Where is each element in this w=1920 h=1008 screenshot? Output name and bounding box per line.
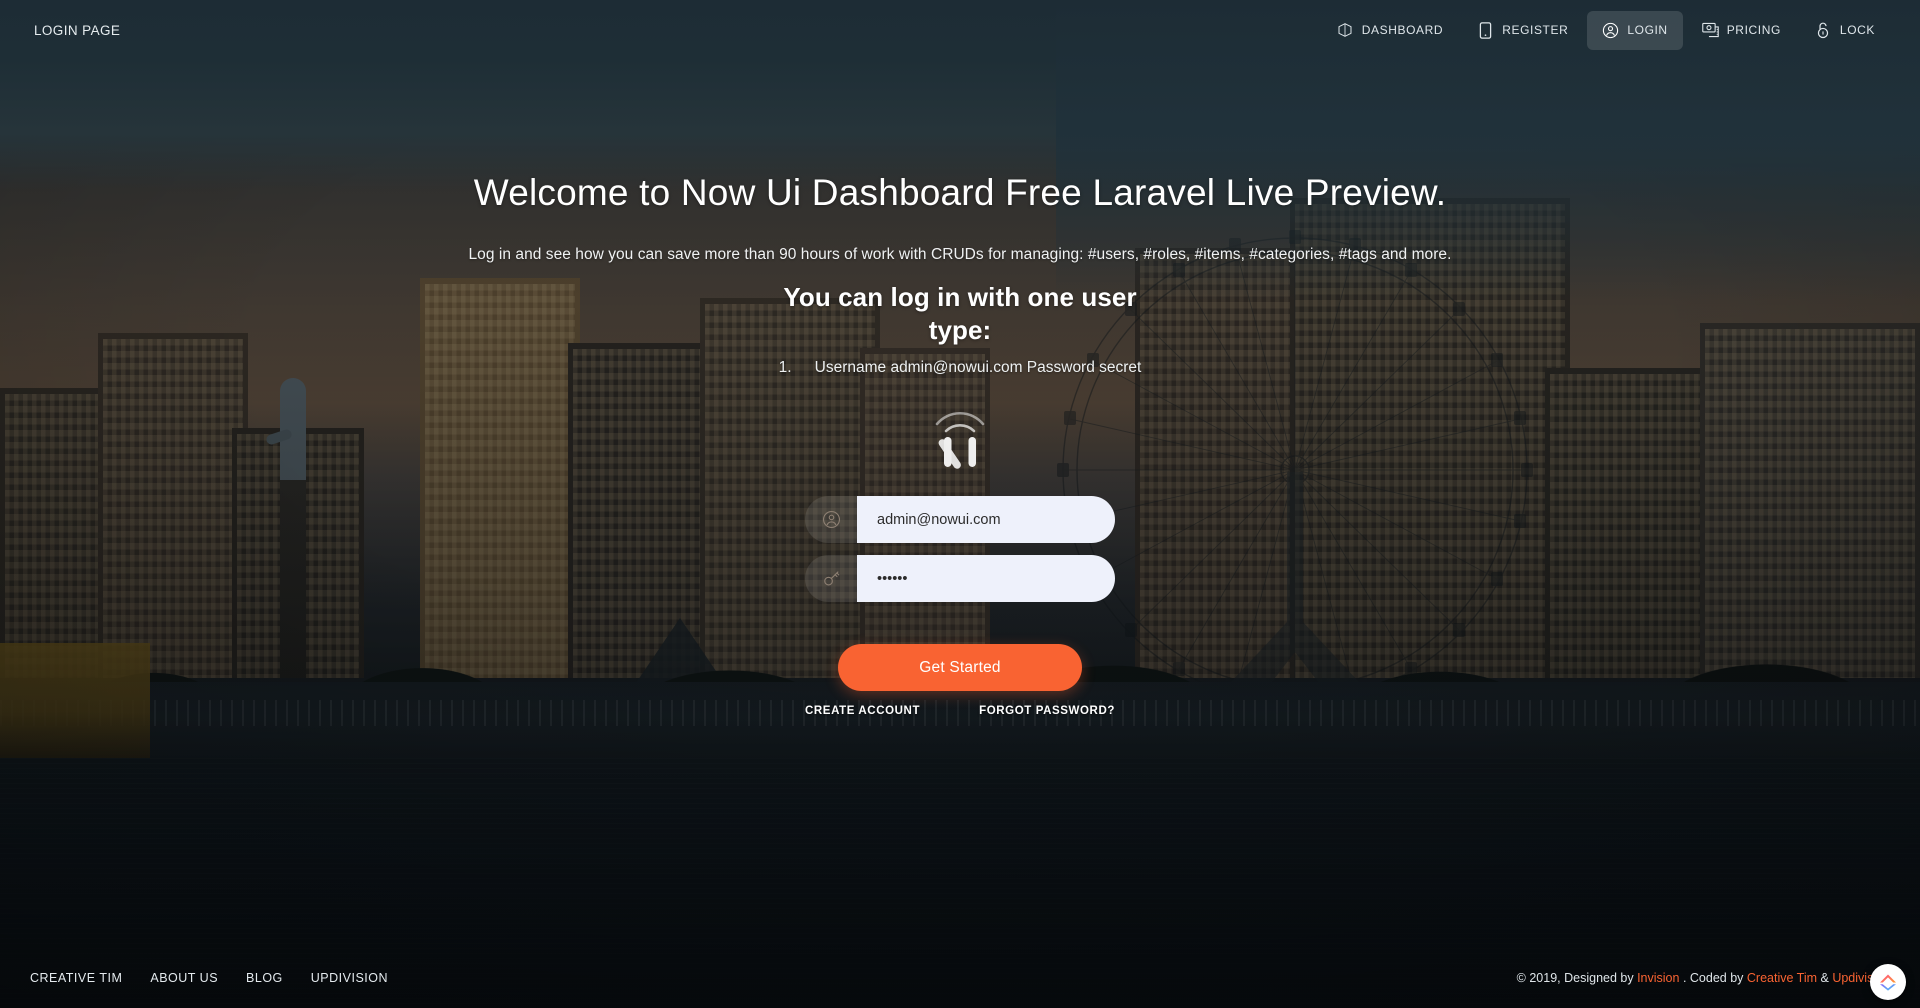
footer-link-about-us[interactable]: ABOUT US	[150, 971, 218, 985]
copyright: © 2019, Designed by Invision . Coded by …	[1517, 971, 1890, 985]
updivision-logo-icon	[1876, 970, 1900, 994]
get-started-button[interactable]: Get Started	[838, 644, 1082, 691]
nav-label: DASHBOARD	[1362, 23, 1443, 37]
nav-label: LOGIN	[1627, 23, 1667, 37]
email-field[interactable]	[857, 496, 1115, 543]
nav-item-dashboard[interactable]: DASHBOARD	[1322, 11, 1458, 50]
user-circle-icon	[805, 496, 857, 543]
password-field[interactable]	[857, 555, 1115, 602]
nav-item-lock[interactable]: LOCK	[1800, 11, 1890, 50]
navbar-brand[interactable]: LOGIN PAGE	[30, 15, 124, 46]
footer-link-updivision[interactable]: UPDIVISION	[311, 971, 388, 985]
email-input-group	[805, 496, 1115, 543]
list-item-text: Username admin@nowui.com Password secret	[815, 359, 1142, 376]
key-icon	[805, 555, 857, 602]
list-item-number: 1.	[779, 359, 792, 377]
footer: CREATIVE TIM ABOUT US BLOG UPDIVISION © …	[0, 948, 1920, 1008]
nav-item-pricing[interactable]: PRICING	[1687, 11, 1796, 50]
footer-link-blog[interactable]: BLOG	[246, 971, 283, 985]
updivision-logo-button[interactable]	[1870, 964, 1906, 1000]
hero-lead: Log in and see how you can save more tha…	[469, 246, 1452, 264]
login-page: LOGIN PAGE DASHBOARD REGISTER	[0, 0, 1920, 1008]
main-content: Welcome to Now Ui Dashboard Free Laravel…	[0, 0, 1920, 1008]
nav-label: LOCK	[1840, 23, 1875, 37]
creative-tim-link[interactable]: Creative Tim	[1747, 971, 1817, 985]
cube-icon	[1337, 22, 1354, 39]
footer-nav: CREATIVE TIM ABOUT US BLOG UPDIVISION	[30, 971, 388, 985]
page-title: Welcome to Now Ui Dashboard Free Laravel…	[474, 172, 1447, 215]
nav-item-register[interactable]: REGISTER	[1462, 11, 1583, 50]
password-input-group	[805, 555, 1115, 602]
navbar: LOGIN PAGE DASHBOARD REGISTER	[0, 0, 1920, 60]
nav-label: REGISTER	[1502, 23, 1568, 37]
login-form: Get Started CREATE ACCOUNT FORGOT PASSWO…	[805, 496, 1115, 717]
copyright-amp: &	[1817, 971, 1832, 985]
nav-item-login[interactable]: LOGIN	[1587, 11, 1682, 50]
user-circle-icon	[1602, 22, 1619, 39]
footer-link-creative-tim[interactable]: CREATIVE TIM	[30, 971, 122, 985]
hero-subheading: You can log in with one user type:	[780, 281, 1140, 348]
now-ui-logo-icon	[927, 399, 993, 473]
copyright-middle: . Coded by	[1679, 971, 1746, 985]
create-account-link[interactable]: CREATE ACCOUNT	[805, 705, 920, 717]
mobile-icon	[1477, 22, 1494, 39]
lock-icon	[1815, 22, 1832, 39]
money-icon	[1702, 22, 1719, 39]
list-item: 1. Username admin@nowui.com Password sec…	[779, 359, 1142, 377]
form-links: CREATE ACCOUNT FORGOT PASSWORD?	[805, 705, 1115, 717]
user-type-list: 1. Username admin@nowui.com Password sec…	[779, 359, 1142, 377]
navbar-items: DASHBOARD REGISTER LOGIN	[1322, 11, 1890, 50]
copyright-prefix: © 2019, Designed by	[1517, 971, 1637, 985]
invision-link[interactable]: Invision	[1637, 971, 1679, 985]
nav-label: PRICING	[1727, 23, 1781, 37]
forgot-password-link[interactable]: FORGOT PASSWORD?	[979, 705, 1115, 717]
